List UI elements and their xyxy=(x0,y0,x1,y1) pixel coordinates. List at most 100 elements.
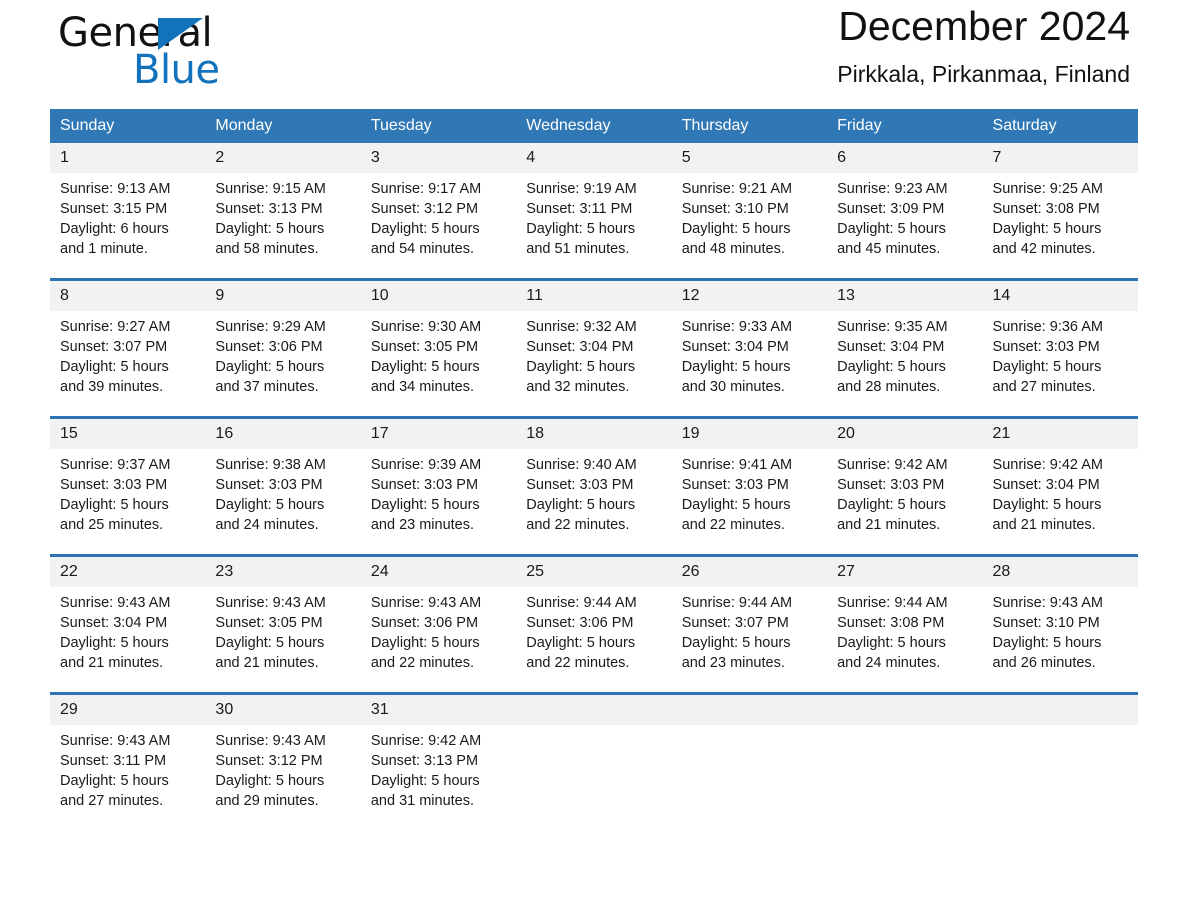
calendar-day-cell[interactable]: 12 Sunrise: 9:33 AM Sunset: 3:04 PM Dayligh… xyxy=(671,278,828,418)
daylight-text-line1: Daylight: 5 hours xyxy=(526,635,636,651)
sunrise-text: Sunrise: 9:42 AM xyxy=(370,733,482,749)
day-number: 8 xyxy=(50,281,206,311)
calendar-day-cell[interactable]: 19 Sunrise: 9:41 AM Sunset: 3:03 PM Dayligh… xyxy=(671,416,828,556)
calendar-day-cell[interactable]: 10 Sunrise: 9:30 AM Sunset: 3:05 PM Dayligh… xyxy=(360,278,517,418)
day-number: 22 xyxy=(50,557,206,587)
day-details: Sunrise: 9:32 AM Sunset: 3:04 PM Daylight:… xyxy=(516,311,671,397)
calendar-day-cell[interactable]: 24 Sunrise: 9:43 AM Sunset: 3:06 PM Dayligh… xyxy=(360,554,517,694)
day-number: 14 xyxy=(982,281,1138,311)
day-number: 6 xyxy=(827,143,983,173)
daylight-text-line2: and 21 minutes. xyxy=(837,517,941,533)
daylight-text-line2: and 21 minutes. xyxy=(992,517,1096,533)
calendar-day-cell[interactable]: 14 Sunrise: 9:36 AM Sunset: 3:03 PM Dayligh… xyxy=(982,278,1138,418)
sunset-text: Sunset: 3:12 PM xyxy=(370,201,479,217)
day-details: Sunrise: 9:40 AM Sunset: 3:03 PM Daylight:… xyxy=(516,449,671,535)
title-block: December 2024 Pirkkala, Pirkanmaa, Finla… xyxy=(837,0,1130,91)
calendar-day-cell[interactable]: 28 Sunrise: 9:43 AM Sunset: 3:10 PM Dayligh… xyxy=(982,554,1138,694)
sunset-text: Sunset: 3:03 PM xyxy=(681,477,789,493)
triangle-icon xyxy=(158,18,203,50)
day-details: Sunrise: 9:43 AM Sunset: 3:10 PM Daylight:… xyxy=(983,587,1138,673)
sunset-text: Sunset: 3:11 PM xyxy=(60,753,167,769)
calendar-day-cell[interactable]: 20 Sunrise: 9:42 AM Sunset: 3:03 PM Dayligh… xyxy=(827,416,983,556)
sunset-text: Sunset: 3:11 PM xyxy=(526,201,633,217)
sunset-text: Sunset: 3:03 PM xyxy=(837,477,945,493)
sunrise-text: Sunrise: 9:15 AM xyxy=(215,181,326,197)
calendar-day-cell[interactable]: 9 Sunrise: 9:29 AM Sunset: 3:06 PM Daylight… xyxy=(205,278,361,418)
day-number: 20 xyxy=(827,419,983,449)
weekday-header-thursday: Thursday xyxy=(671,109,828,143)
sunset-text: Sunset: 3:04 PM xyxy=(837,339,945,355)
sunrise-sunset-calendar: Sunday Monday Tuesday Wednesday Thursday… xyxy=(50,109,1138,830)
daylight-text-line1: Daylight: 5 hours xyxy=(837,497,946,513)
daylight-text-line1: Daylight: 5 hours xyxy=(837,635,946,651)
calendar-day-cell[interactable]: 30 Sunrise: 9:43 AM Sunset: 3:12 PM Dayligh… xyxy=(205,692,361,830)
calendar-day-cell[interactable]: 16 Sunrise: 9:38 AM Sunset: 3:03 PM Dayligh… xyxy=(205,416,361,556)
sunrise-text: Sunrise: 9:21 AM xyxy=(681,181,793,197)
sunrise-text: Sunrise: 9:44 AM xyxy=(837,595,948,611)
daylight-text-line2: and 26 minutes. xyxy=(992,655,1096,671)
calendar-day-cell[interactable]: 23 Sunrise: 9:43 AM Sunset: 3:05 PM Dayligh… xyxy=(205,554,361,694)
daylight-text-line2: and 24 minutes. xyxy=(837,655,941,671)
sunrise-text: Sunrise: 9:37 AM xyxy=(60,457,171,473)
calendar-day-cell[interactable]: 26 Sunrise: 9:44 AM Sunset: 3:07 PM Dayligh… xyxy=(671,554,828,694)
weekday-header-saturday: Saturday xyxy=(982,109,1138,143)
day-number: 25 xyxy=(516,557,672,587)
sunset-text: Sunset: 3:06 PM xyxy=(215,339,323,355)
calendar-day-cell[interactable]: 8 Sunrise: 9:27 AM Sunset: 3:07 PM Daylight… xyxy=(50,278,206,418)
day-number: 9 xyxy=(205,281,361,311)
daylight-text-line1: Daylight: 5 hours xyxy=(60,635,169,651)
sunrise-text: Sunrise: 9:43 AM xyxy=(215,595,326,611)
calendar-day-cell[interactable]: 25 Sunrise: 9:44 AM Sunset: 3:06 PM Dayligh… xyxy=(516,554,672,694)
calendar-day-cell[interactable]: 22 Sunrise: 9:43 AM Sunset: 3:04 PM Dayligh… xyxy=(50,554,206,694)
daylight-text-line1: Daylight: 5 hours xyxy=(370,221,480,237)
sunrise-text: Sunrise: 9:41 AM xyxy=(681,457,793,473)
sunrise-text: Sunrise: 9:44 AM xyxy=(526,595,637,611)
daylight-text-line2: and 31 minutes. xyxy=(370,793,475,809)
calendar-day-cell[interactable]: 11 Sunrise: 9:32 AM Sunset: 3:04 PM Dayligh… xyxy=(516,278,672,418)
calendar-week-row: 1 Sunrise: 9:13 AM Sunset: 3:15 PM Daylight… xyxy=(50,143,1138,280)
daylight-text-line2: and 22 minutes. xyxy=(370,655,475,671)
daylight-text-line1: Daylight: 5 hours xyxy=(526,221,636,237)
day-number xyxy=(516,695,672,725)
sunrise-text: Sunrise: 9:43 AM xyxy=(992,595,1103,611)
daylight-text-line1: Daylight: 5 hours xyxy=(681,497,791,513)
calendar-day-cell[interactable]: 2 Sunrise: 9:15 AM Sunset: 3:13 PM Daylight… xyxy=(205,143,361,280)
sunrise-text: Sunrise: 9:27 AM xyxy=(60,319,171,335)
sunset-text: Sunset: 3:03 PM xyxy=(60,477,168,493)
daylight-text-line1: Daylight: 5 hours xyxy=(370,497,480,513)
calendar-week-row: 22 Sunrise: 9:43 AM Sunset: 3:04 PM Dayligh… xyxy=(50,554,1138,694)
sunset-text: Sunset: 3:08 PM xyxy=(837,615,945,631)
calendar-day-cell[interactable]: 4 Sunrise: 9:19 AM Sunset: 3:11 PM Daylight… xyxy=(516,143,672,280)
daylight-text-line1: Daylight: 5 hours xyxy=(681,359,791,375)
day-details: Sunrise: 9:23 AM Sunset: 3:09 PM Daylight:… xyxy=(827,173,982,259)
daylight-text-line2: and 1 minute. xyxy=(60,241,148,257)
daylight-text-line1: Daylight: 5 hours xyxy=(526,497,636,513)
calendar-day-cell[interactable]: 29 Sunrise: 9:43 AM Sunset: 3:11 PM Dayligh… xyxy=(50,692,206,830)
calendar-day-cell[interactable]: 18 Sunrise: 9:40 AM Sunset: 3:03 PM Dayligh… xyxy=(516,416,672,556)
daylight-text-line2: and 24 minutes. xyxy=(215,517,319,533)
calendar-day-cell[interactable]: 3 Sunrise: 9:17 AM Sunset: 3:12 PM Daylight… xyxy=(360,143,517,280)
daylight-text-line2: and 42 minutes. xyxy=(992,241,1096,257)
calendar-day-cell[interactable]: 1 Sunrise: 9:13 AM Sunset: 3:15 PM Daylight… xyxy=(50,143,206,280)
calendar-day-cell[interactable]: 6 Sunrise: 9:23 AM Sunset: 3:09 PM Daylight… xyxy=(827,143,983,280)
daylight-text-line2: and 21 minutes. xyxy=(60,655,164,671)
day-details: Sunrise: 9:43 AM Sunset: 3:05 PM Daylight:… xyxy=(205,587,360,673)
day-number: 10 xyxy=(360,281,517,311)
day-details: Sunrise: 9:41 AM Sunset: 3:03 PM Daylight:… xyxy=(672,449,827,535)
calendar-day-cell[interactable]: 5 Sunrise: 9:21 AM Sunset: 3:10 PM Daylight… xyxy=(671,143,828,280)
calendar-day-cell[interactable]: 17 Sunrise: 9:39 AM Sunset: 3:03 PM Dayligh… xyxy=(360,416,517,556)
sunset-text: Sunset: 3:13 PM xyxy=(370,753,479,769)
daylight-text-line1: Daylight: 5 hours xyxy=(60,359,169,375)
calendar-day-cell[interactable]: 13 Sunrise: 9:35 AM Sunset: 3:04 PM Dayligh… xyxy=(827,278,983,418)
calendar-day-cell[interactable]: 7 Sunrise: 9:25 AM Sunset: 3:08 PM Daylight… xyxy=(982,143,1138,280)
calendar-day-cell[interactable]: 15 Sunrise: 9:37 AM Sunset: 3:03 PM Dayligh… xyxy=(50,416,206,556)
daylight-text-line1: Daylight: 5 hours xyxy=(215,773,325,789)
calendar-day-cell[interactable]: 31 Sunrise: 9:42 AM Sunset: 3:13 PM Dayligh… xyxy=(360,692,517,830)
calendar-day-cell[interactable]: 21 Sunrise: 9:42 AM Sunset: 3:04 PM Dayligh… xyxy=(982,416,1138,556)
calendar-day-cell[interactable]: 27 Sunrise: 9:44 AM Sunset: 3:08 PM Dayligh… xyxy=(827,554,983,694)
sunrise-text: Sunrise: 9:32 AM xyxy=(526,319,637,335)
daylight-text-line2: and 39 minutes. xyxy=(60,379,164,395)
general-blue-logo[interactable]: General Blue xyxy=(58,10,358,100)
sunset-text: Sunset: 3:03 PM xyxy=(992,339,1100,355)
sunset-text: Sunset: 3:07 PM xyxy=(60,339,168,355)
